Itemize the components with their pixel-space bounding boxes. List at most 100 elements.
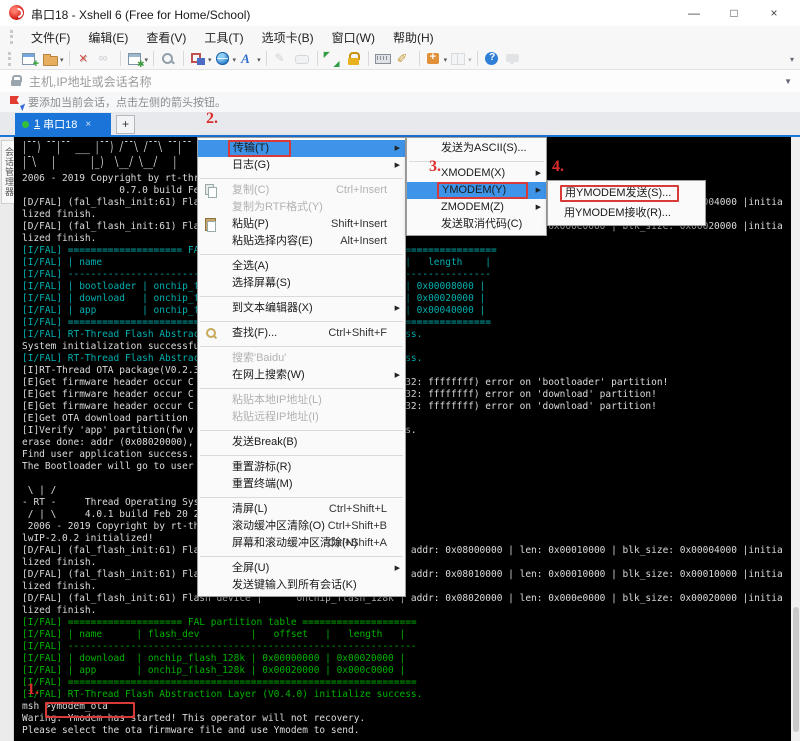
toolbar-separator bbox=[419, 51, 420, 66]
help-button[interactable] bbox=[482, 51, 503, 67]
properties-icon bbox=[127, 51, 144, 67]
address-input[interactable]: 主机,IP地址或会话名称 bbox=[29, 73, 152, 90]
scrollbar-thumb[interactable] bbox=[793, 607, 799, 732]
paste-icon bbox=[204, 218, 218, 231]
context-menu-item-reset-terminal[interactable]: 重置终端(M) bbox=[198, 476, 405, 493]
menu-item-label: 日志(G) bbox=[232, 159, 270, 171]
menubar-item[interactable]: 工具(T) bbox=[195, 29, 252, 46]
transfer-submenu: 发送为ASCII(S)... XMODEM(X)▶YMODEM(Y)▶ZMODEM… bbox=[406, 137, 547, 236]
context-menu-item-copy[interactable]: 复制(C)Ctrl+Insert bbox=[198, 182, 405, 199]
new-tab-button[interactable]: + bbox=[116, 115, 135, 134]
address-dropdown-icon[interactable]: ▼ bbox=[784, 77, 792, 86]
context-menu-item-search-baidu[interactable]: 搜索'Baidu' bbox=[198, 350, 405, 367]
toolbar-overflow-caret[interactable]: ▾ bbox=[790, 55, 794, 64]
address-lock-icon bbox=[9, 74, 23, 88]
dropdown-caret-icon[interactable]: ▾ bbox=[257, 56, 261, 64]
tab-serial-18[interactable]: 1 串口18 × bbox=[15, 113, 111, 135]
lock-button[interactable] bbox=[343, 51, 364, 67]
keyboard-button[interactable] bbox=[373, 51, 394, 67]
context-menu-item-clear-screen[interactable]: 清屏(L)Ctrl+Shift+L bbox=[198, 501, 405, 518]
context-menu-item-transfer[interactable]: 传输(T)▶ bbox=[198, 140, 405, 157]
menu-separator bbox=[198, 292, 405, 300]
transfer-submenu-item-send-as-ascii[interactable]: 发送为ASCII(S)... bbox=[407, 140, 546, 157]
submenu-arrow-icon: ▶ bbox=[395, 300, 400, 317]
globe-button[interactable]: ▾ bbox=[213, 51, 238, 67]
menubar-item[interactable]: 窗口(W) bbox=[323, 29, 384, 46]
buttons-button[interactable] bbox=[292, 51, 313, 67]
maximize-button[interactable]: □ bbox=[714, 0, 754, 26]
compose-button[interactable] bbox=[271, 51, 292, 67]
context-menu-item-search-web[interactable]: 在网上搜索(W)▶ bbox=[198, 367, 405, 384]
dropdown-caret-icon[interactable]: ▾ bbox=[60, 56, 64, 64]
context-menu-item-to-text-editor[interactable]: 到文本编辑器(X)▶ bbox=[198, 300, 405, 317]
dropdown-caret-icon[interactable]: ▾ bbox=[468, 56, 472, 64]
context-menu-item-paste[interactable]: 粘贴(P)Shift+Insert bbox=[198, 216, 405, 233]
annotation-step-1: 1. bbox=[27, 681, 39, 699]
context-menu-item-paste-selection[interactable]: 粘贴选择内容(E)Alt+Insert bbox=[198, 233, 405, 250]
menubar-item[interactable]: 帮助(H) bbox=[384, 29, 443, 46]
dropdown-caret-icon[interactable]: ▾ bbox=[233, 56, 237, 64]
context-menu-item-fullscreen[interactable]: 全屏(U)▶ bbox=[198, 560, 405, 577]
menubar-item[interactable]: 选项卡(B) bbox=[253, 29, 323, 46]
context-menu-item-reset-cursor[interactable]: 重置游标(R) bbox=[198, 459, 405, 476]
tab-number: 1 bbox=[34, 118, 40, 130]
submenu-arrow-icon: ▶ bbox=[395, 367, 400, 384]
address-bar[interactable]: 主机,IP地址或会话名称 ▼ bbox=[0, 70, 800, 93]
terminal-scrollbar[interactable] bbox=[791, 137, 800, 741]
context-menu-item-clear-screen-scrollback[interactable]: 屏幕和滚动缓冲区清除(N)Ctrl+Shift+A bbox=[198, 535, 405, 552]
menu-item-label: 用YMODEM接收(R)... bbox=[564, 207, 671, 219]
dropdown-caret-icon[interactable]: ▾ bbox=[145, 56, 149, 64]
font-button[interactable]: ▾ bbox=[237, 51, 262, 67]
context-menu-item-paste-local-ip[interactable]: 粘贴本地IP地址(L) bbox=[198, 392, 405, 409]
search-button[interactable] bbox=[158, 51, 179, 67]
menu-item-label: 全屏(U) bbox=[232, 562, 269, 574]
tile-button[interactable]: ▾ bbox=[448, 51, 473, 67]
add-session-flag-icon[interactable] bbox=[8, 95, 24, 109]
open-folder-button[interactable]: ▾ bbox=[40, 51, 65, 67]
layout-button[interactable]: ▾ bbox=[188, 51, 213, 67]
chat-button[interactable] bbox=[503, 51, 524, 67]
properties-button[interactable]: ▾ bbox=[125, 51, 150, 67]
terminal-line: [I/FAL] | app | onchip_flash_128k | 0x00… bbox=[22, 665, 783, 677]
menu-item-label: 粘贴(P) bbox=[232, 218, 269, 230]
new-session-button[interactable] bbox=[19, 51, 40, 67]
context-menu-item-log[interactable]: 日志(G)▶ bbox=[198, 157, 405, 174]
menu-item-shortcut: Ctrl+Shift+L bbox=[329, 501, 387, 518]
context-menu-item-select-screen[interactable]: 选择屏幕(S) bbox=[198, 275, 405, 292]
menu-item-shortcut: Ctrl+Insert bbox=[336, 182, 387, 199]
fullscreen-button[interactable] bbox=[322, 51, 343, 67]
dropdown-caret-icon[interactable]: ▾ bbox=[208, 56, 212, 64]
context-menu-item-copy-rtf[interactable]: 复制为RTF格式(Y) bbox=[198, 199, 405, 216]
transfer-submenu-item-xmodem[interactable]: XMODEM(X)▶ bbox=[407, 165, 546, 182]
context-menu-item-send-to-all-sessions[interactable]: 发送键输入到所有会话(K) bbox=[198, 577, 405, 594]
menubar-item[interactable]: 查看(V) bbox=[137, 29, 195, 46]
context-menu-item-clear-scrollback[interactable]: 滚动缓冲区清除(O)Ctrl+Shift+B bbox=[198, 518, 405, 535]
context-menu-item-paste-remote-ip[interactable]: 粘贴远程IP地址(I) bbox=[198, 409, 405, 426]
transfer-submenu-item-send-cancel-code[interactable]: 发送取消代码(C) bbox=[407, 216, 546, 233]
context-menu-item-find[interactable]: 查找(F)...Ctrl+Shift+F bbox=[198, 325, 405, 342]
transfer-submenu-item-ymodem[interactable]: YMODEM(Y)▶ bbox=[407, 182, 546, 199]
transfer-submenu-item-zmodem[interactable]: ZMODEM(Z)▶ bbox=[407, 199, 546, 216]
context-menu-item-select-all[interactable]: 全选(A) bbox=[198, 258, 405, 275]
reconnect-button[interactable] bbox=[95, 51, 116, 67]
highlight-pen-button[interactable] bbox=[394, 51, 415, 67]
context-menu-item-send-break[interactable]: 发送Break(B) bbox=[198, 434, 405, 451]
ymodem-submenu-item-ymodem-send[interactable]: 用YMODEM发送(S)... bbox=[548, 183, 705, 203]
dropdown-caret-icon[interactable]: ▾ bbox=[444, 56, 448, 64]
menu-item-label: 发送键输入到所有会话(K) bbox=[232, 579, 357, 591]
menu-separator bbox=[198, 174, 405, 182]
tile-icon bbox=[450, 51, 467, 67]
menubar-item[interactable]: 文件(F) bbox=[22, 29, 79, 46]
close-button[interactable]: × bbox=[754, 0, 794, 26]
session-manager-vertical-tab[interactable]: 会话管理器 bbox=[1, 140, 15, 204]
menubar-item[interactable]: 编辑(E) bbox=[79, 29, 137, 46]
ymodem-submenu-item-ymodem-receive[interactable]: 用YMODEM接收(R)... bbox=[548, 203, 705, 223]
submenu-arrow-icon: ▶ bbox=[536, 182, 541, 199]
menu-item-label: 发送Break(B) bbox=[232, 436, 297, 448]
help-icon bbox=[484, 51, 501, 67]
tab-close-icon[interactable]: × bbox=[85, 119, 91, 130]
minimize-button[interactable]: — bbox=[674, 0, 714, 26]
terminal-line: Please select the ota firmware file and … bbox=[22, 725, 783, 737]
package-button[interactable]: ▾ bbox=[424, 51, 449, 67]
disconnect-button[interactable] bbox=[74, 51, 95, 67]
